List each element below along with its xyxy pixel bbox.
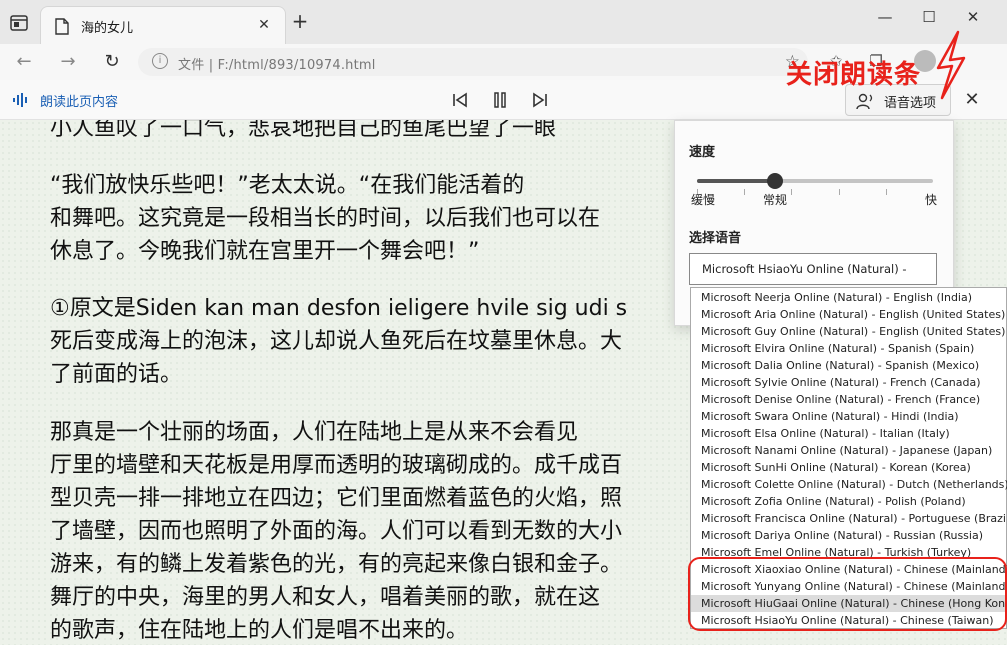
voice-option[interactable]: Microsoft Colette Online (Natural) - Dut… [691, 476, 1007, 493]
text-line: 小人鱼叹了一口气，悲哀地把自己的鱼尾巴望了一眼 [50, 120, 557, 141]
text-line: “我们放快乐些吧！”老太太说。“在我们能活着的 [50, 173, 525, 198]
speed-slow-label: 缓慢 [691, 193, 716, 207]
voice-option[interactable]: Microsoft Elvira Online (Natural) - Span… [691, 340, 1007, 357]
voice-option[interactable]: Microsoft Elsa Online (Natural) - Italia… [691, 425, 1007, 442]
voice-option[interactable]: Microsoft Neerja Online (Natural) - Engl… [691, 289, 1007, 306]
tab-bar: 海的女儿 ✕ + — ☐ ✕ [0, 0, 1007, 44]
text-line: 了墙壁，因而也照明了外面的海。人们可以看到无数的大小 [50, 519, 623, 544]
document-icon [55, 18, 69, 35]
text-line: 死后变成海上的泡沫，这儿却说人鱼死后在坟墓里休息。大 [50, 329, 623, 354]
slider-tick [885, 189, 887, 195]
tab-title: 海的女儿 [81, 21, 134, 36]
text-line: 型贝壳一排一排地立在四边；它们里面燃着蓝色的火焰，照 [50, 486, 623, 511]
lightning-annotation-icon [936, 30, 966, 100]
pause-icon[interactable] [490, 90, 510, 110]
speed-slider-fill [697, 179, 775, 183]
voice-option[interactable]: Microsoft Dariya Online (Natural) - Russ… [691, 527, 1007, 544]
text-line: 的歌声，住在陆地上的人们是唱不出来的。 [50, 618, 469, 643]
voice-select[interactable]: Microsoft HsiaoYu Online (Natural) - [689, 253, 937, 285]
text-line: 和舞吧。这究竟是一段相当长的时间，以后我们也可以在 [50, 206, 601, 231]
person-voice-icon [856, 93, 873, 110]
tab-actions-icon[interactable] [8, 12, 30, 34]
highlight-box [688, 557, 1007, 631]
annotation-text: 关闭朗读条 [786, 60, 922, 90]
close-tab-icon[interactable]: ✕ [255, 16, 273, 34]
speed-slider[interactable] [697, 173, 933, 195]
voice-select-value: Microsoft HsiaoYu Online (Natural) - [702, 262, 907, 276]
read-aloud-label: 朗读此页内容 [40, 95, 119, 110]
text-line: 了前面的话。 [50, 362, 183, 387]
text-line: 休息了。今晚我们就在宫里开一个舞会吧！” [50, 239, 480, 264]
read-aloud-icon [13, 93, 27, 107]
next-paragraph-icon[interactable] [530, 90, 550, 110]
voice-option[interactable]: Microsoft Sylvie Online (Natural) - Fren… [691, 374, 1007, 391]
voice-option[interactable]: Microsoft SunHi Online (Natural) - Korea… [691, 459, 1007, 476]
speed-fast-label: 快 [925, 193, 938, 207]
address-input[interactable]: i 文件 | F:/html/893/10974.html ☆ [138, 48, 808, 76]
minimize-icon[interactable]: — [874, 6, 896, 28]
voice-option[interactable]: Microsoft Aria Online (Natural) - Englis… [691, 306, 1007, 323]
speed-normal-label: 常规 [763, 193, 788, 207]
text-line: 舞厅的中央，海里的男人和女人，唱着美丽的歌，就在这 [50, 585, 601, 610]
voice-option[interactable]: Microsoft Dalia Online (Natural) - Spani… [691, 357, 1007, 374]
text-line: 那真是一个壮丽的场面，人们在陆地上是从来不会看见 [50, 420, 579, 445]
voice-option[interactable]: Microsoft Swara Online (Natural) - Hindi… [691, 408, 1007, 425]
voice-option[interactable]: Microsoft Nanami Online (Natural) - Japa… [691, 442, 1007, 459]
forward-icon[interactable]: → [56, 50, 80, 74]
back-icon[interactable]: ← [12, 50, 36, 74]
info-icon[interactable]: i [152, 53, 168, 69]
voice-heading: 选择语音 [689, 231, 742, 246]
window-close-icon[interactable]: ✕ [962, 6, 984, 28]
slider-tick [744, 189, 746, 195]
new-tab-icon[interactable]: + [290, 11, 310, 32]
voice-option[interactable]: Microsoft Guy Online (Natural) - English… [691, 323, 1007, 340]
previous-paragraph-icon[interactable] [450, 90, 470, 110]
voice-option[interactable]: Microsoft Francisca Online (Natural) - P… [691, 510, 1007, 527]
slider-tick [791, 189, 793, 195]
voice-option[interactable]: Microsoft Denise Online (Natural) - Fren… [691, 391, 1007, 408]
active-tab[interactable]: 海的女儿 ✕ [40, 6, 286, 44]
text-line: ①原文是Siden kan man desfon ieligere hvile … [50, 296, 628, 321]
speed-heading: 速度 [689, 145, 716, 160]
text-line: 游来，有的鳞上发着紫色的光，有的亮起来像白银和金子。 [50, 552, 623, 577]
maximize-icon[interactable]: ☐ [918, 6, 940, 28]
slider-tick [838, 189, 840, 195]
refresh-icon[interactable]: ↻ [100, 50, 124, 74]
text-line: 厅里的墙壁和天花板是用厚而透明的玻璃砌成的。成千成百 [50, 453, 623, 478]
url-text: 文件 | F:/html/893/10974.html [178, 58, 376, 73]
voice-option[interactable]: Microsoft Zofia Online (Natural) - Polis… [691, 493, 1007, 510]
speed-slider-thumb[interactable] [766, 173, 783, 189]
